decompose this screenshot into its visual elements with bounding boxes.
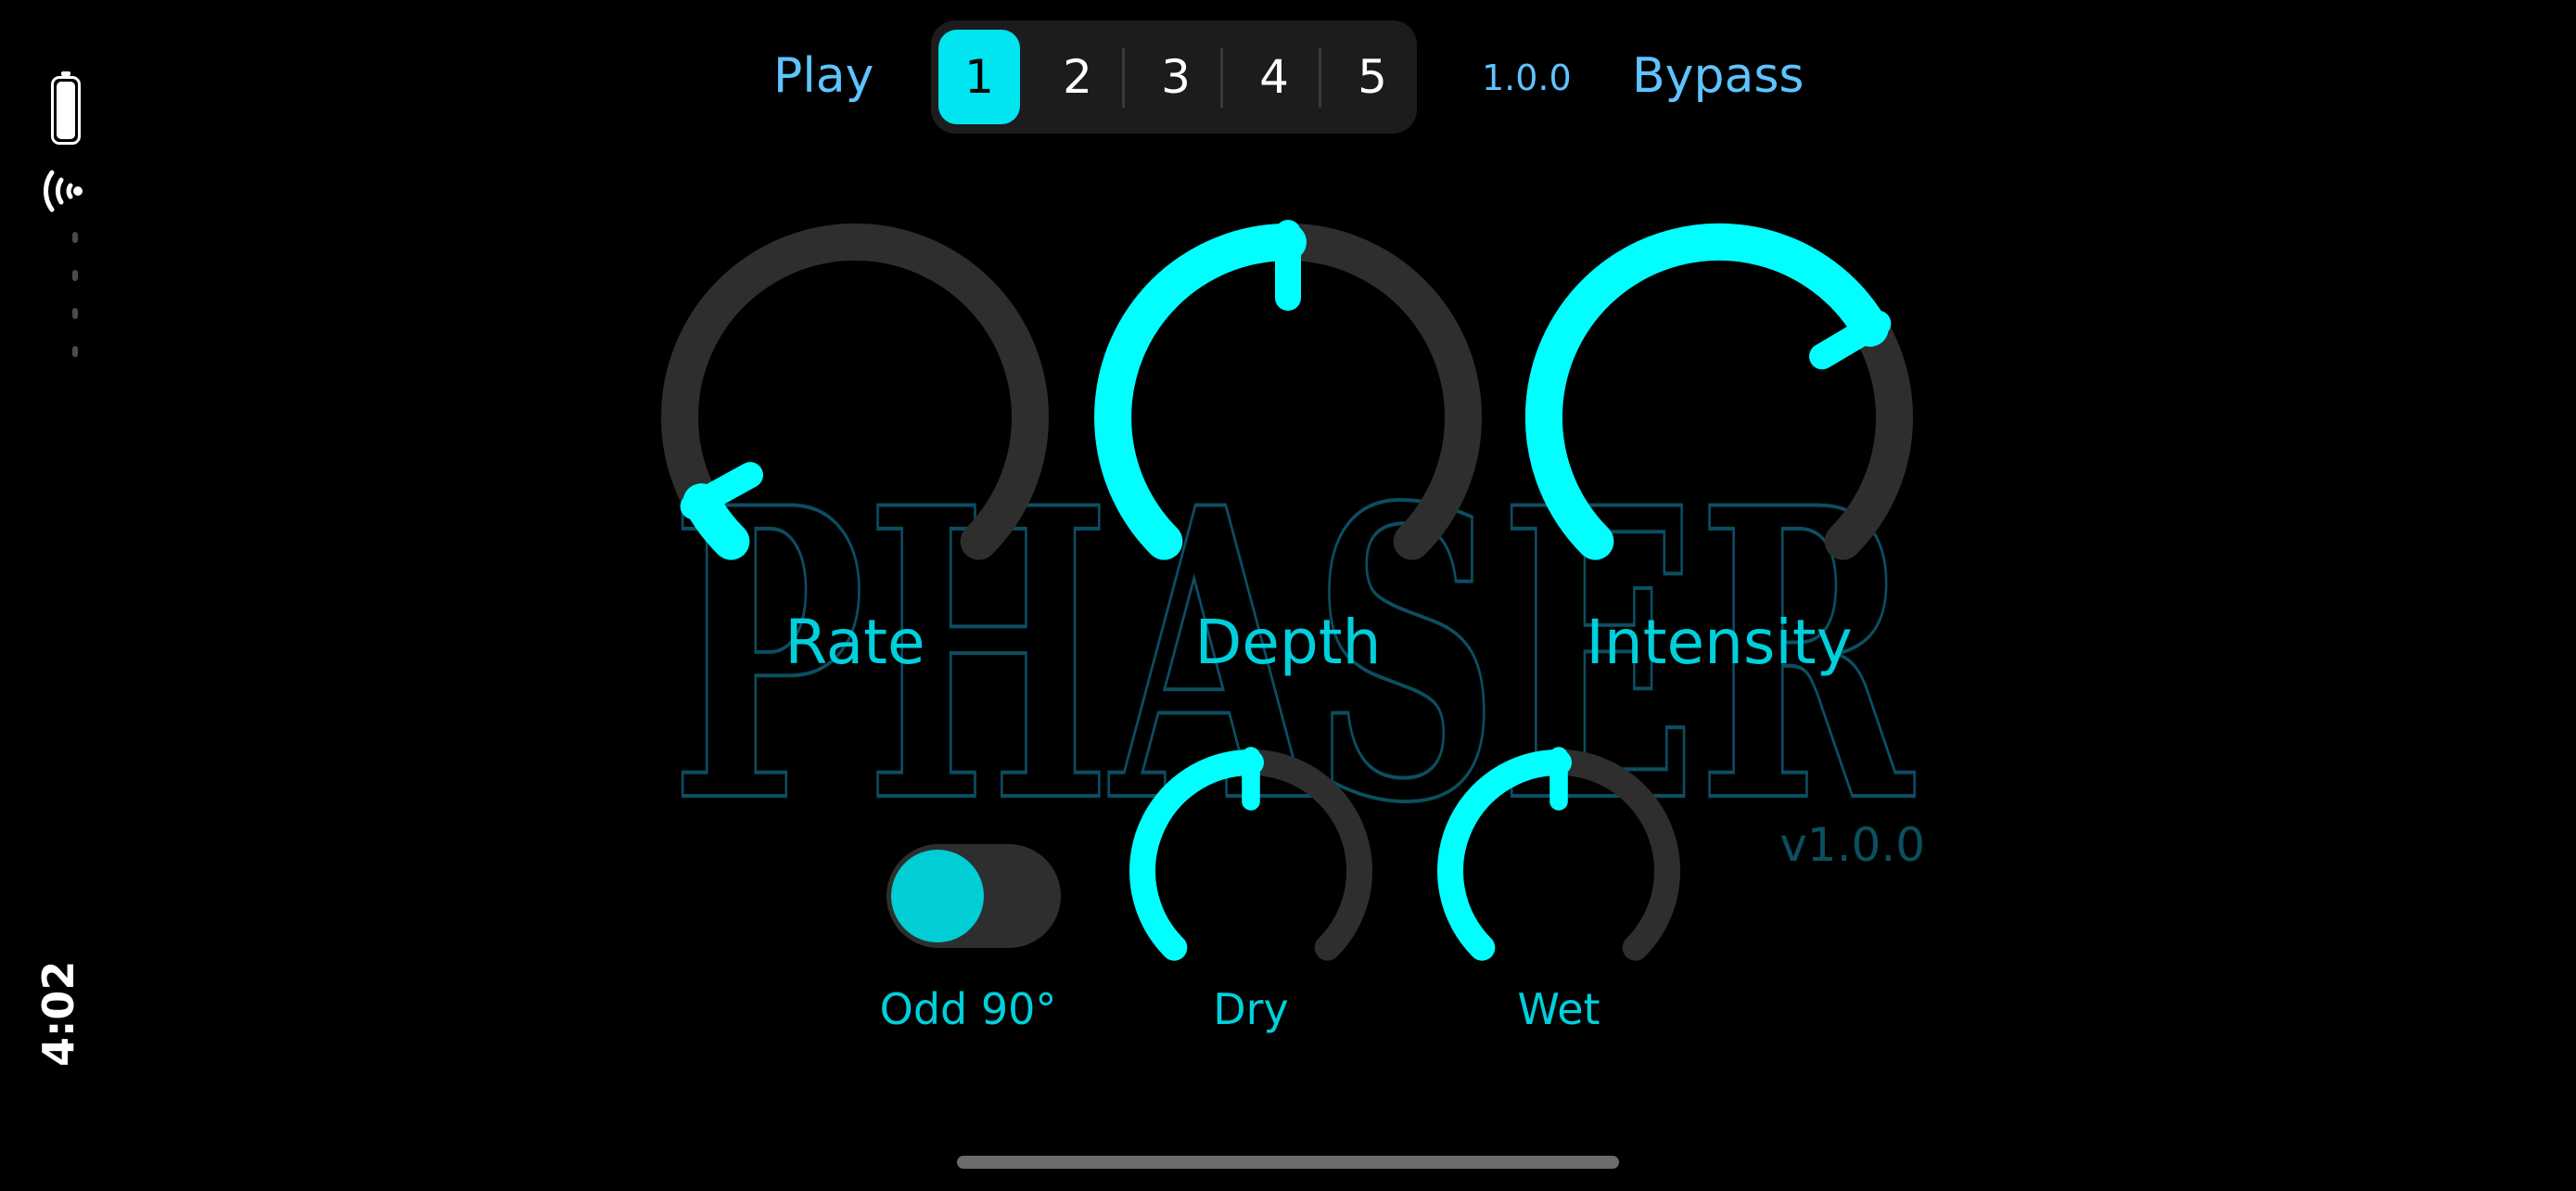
intensity-label: Intensity <box>1586 607 1852 678</box>
plugin-panel: PHASER Rate Depth Intensity Odd 90° Dry … <box>661 220 1925 1034</box>
depth-label: Depth <box>1194 607 1381 678</box>
dry-label: Dry <box>1213 984 1289 1034</box>
rate-label: Rate <box>784 607 925 678</box>
plugin-version: v1.0.0 <box>1779 818 1925 872</box>
odd-90-label: Odd 90° <box>880 984 1057 1034</box>
wet-label: Wet <box>1517 984 1600 1034</box>
odd-90-toggle[interactable] <box>886 844 1061 948</box>
home-indicator[interactable] <box>957 1156 1619 1169</box>
